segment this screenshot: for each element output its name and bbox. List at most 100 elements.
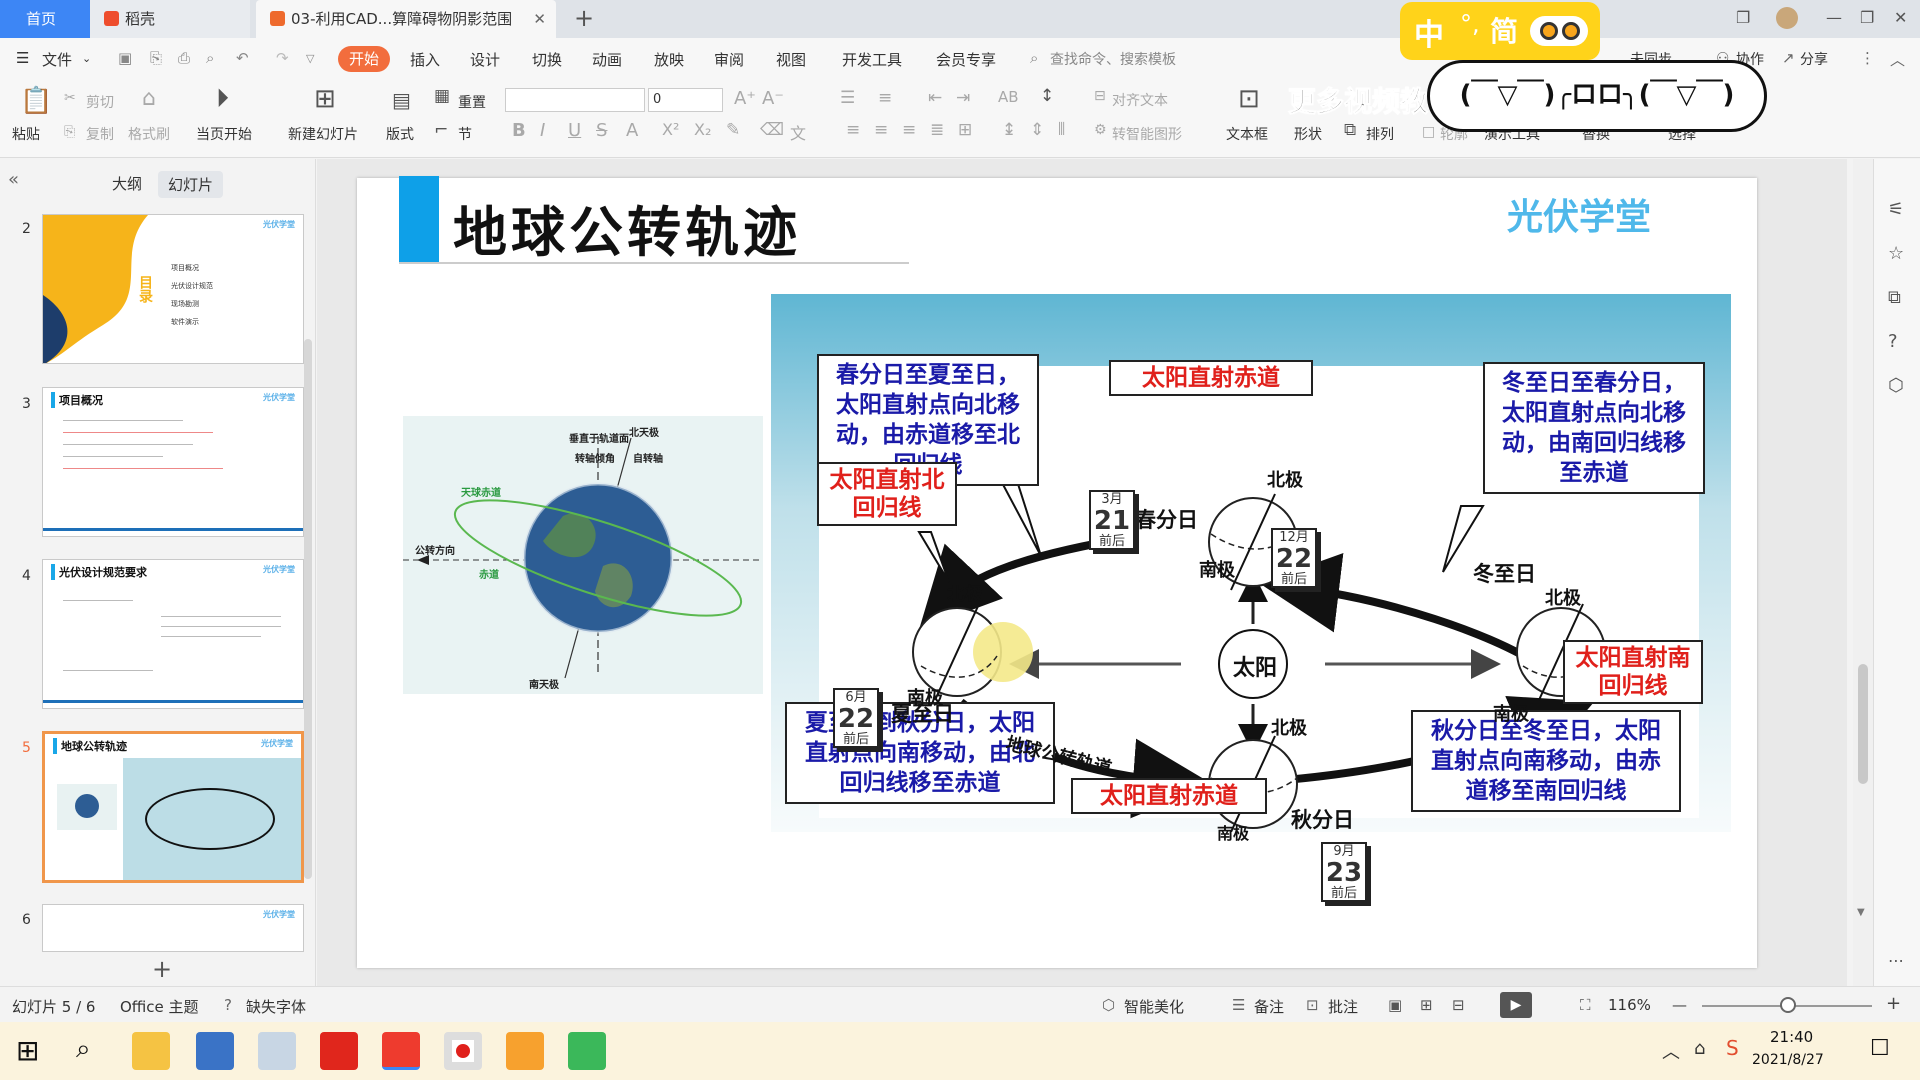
- autocad-icon[interactable]: [320, 1032, 358, 1070]
- wps-icon[interactable]: [382, 1032, 420, 1070]
- highlight-icon[interactable]: ✎: [726, 120, 740, 140]
- beautify-button[interactable]: 智能美化: [1124, 996, 1184, 1017]
- align-center-icon[interactable]: ≡: [874, 120, 888, 140]
- help-icon[interactable]: ?: [1888, 331, 1898, 352]
- strikethrough-icon[interactable]: S: [596, 120, 607, 141]
- paste-button[interactable]: 粘贴: [12, 124, 40, 144]
- clock-time[interactable]: 21:40: [1770, 1028, 1813, 1046]
- more-icon[interactable]: ⋮: [1860, 49, 1875, 67]
- panel-scrollbar[interactable]: [304, 339, 312, 879]
- zoom-level[interactable]: 116%: [1608, 996, 1651, 1014]
- callout-sun-tropic-north[interactable]: 太阳直射北回归线: [817, 462, 957, 526]
- window-close-icon[interactable]: ✕: [1894, 8, 1907, 27]
- slide[interactable]: 地球公转轨迹 光伏学堂 北天极 垂直于轨道面 转轴倾角 自转轴 天球赤道 赤道 …: [357, 176, 1757, 968]
- copy-button[interactable]: 复制: [86, 124, 114, 144]
- from-current-button[interactable]: 当页开始: [196, 124, 252, 144]
- print-icon[interactable]: ⎙: [178, 49, 190, 67]
- menu-transition[interactable]: 切换: [532, 49, 562, 70]
- slide-thumbnail-2[interactable]: 光伏学堂 目录 项目概况 光伏设计规范 现场勘测 软件演示: [42, 214, 304, 364]
- menu-animation[interactable]: 动画: [592, 49, 622, 70]
- star-icon[interactable]: ☆: [1888, 243, 1904, 264]
- tab-outline[interactable]: 大纲: [112, 173, 142, 194]
- search-icon[interactable]: ⌕: [76, 1034, 91, 1065]
- columns-icon[interactable]: ⫴: [1058, 120, 1065, 140]
- justify-icon[interactable]: ≣: [930, 120, 944, 140]
- zoom-in-icon[interactable]: +: [1886, 993, 1901, 1014]
- menu-review[interactable]: 审阅: [714, 49, 744, 70]
- network-icon[interactable]: ⌂: [1694, 1038, 1705, 1059]
- callout-winter-to-spring[interactable]: 冬至日至春分日，太阳直射点向北移动，由南回归线移至赤道: [1483, 362, 1705, 494]
- scroll-down-icon[interactable]: ▼: [1857, 907, 1865, 918]
- bullets-icon[interactable]: ☰: [840, 88, 855, 108]
- ime-lang[interactable]: 中: [1414, 10, 1444, 54]
- bold-icon[interactable]: B: [512, 120, 526, 141]
- file-explorer-icon[interactable]: [132, 1032, 170, 1070]
- ime-toolbar[interactable]: 中 °, 简: [1400, 2, 1600, 60]
- calculator-icon[interactable]: [196, 1032, 234, 1070]
- underline-icon[interactable]: U: [568, 120, 581, 141]
- format-painter-button[interactable]: 格式刷: [128, 124, 170, 144]
- tab-slides[interactable]: 幻灯片: [158, 171, 224, 198]
- menu-slideshow[interactable]: 放映: [654, 49, 684, 70]
- save-icon[interactable]: ▣: [118, 49, 132, 67]
- preview-icon[interactable]: ⌕: [206, 49, 214, 67]
- callout-autumn-to-winter[interactable]: 秋分日至冬至日，太阳直射点向南移动，由赤道移至南回归线: [1411, 710, 1681, 812]
- properties-icon[interactable]: ⚟: [1888, 199, 1904, 220]
- globe-illustration[interactable]: 北天极 垂直于轨道面 转轴倾角 自转轴 天球赤道 赤道 公转方向 南天极: [403, 416, 763, 694]
- phonetic-icon[interactable]: 文: [790, 120, 806, 144]
- collapse-panel-icon[interactable]: «: [8, 169, 19, 190]
- punct-icon[interactable]: °,: [1460, 10, 1480, 38]
- notification-icon[interactable]: ☐: [1870, 1036, 1890, 1061]
- fit-window-icon[interactable]: ⛶: [1580, 996, 1591, 1014]
- scroll-thumb[interactable]: [1858, 664, 1868, 784]
- tab-document[interactable]: 03-利用CAD...算障碍物阴影范围 ✕: [256, 0, 556, 38]
- export-icon[interactable]: ⎘: [150, 49, 162, 67]
- decrease-font-icon[interactable]: A⁻: [762, 88, 784, 109]
- app-icon[interactable]: [506, 1032, 544, 1070]
- windows-start-icon[interactable]: ⊞: [16, 1034, 39, 1067]
- zoom-out-icon[interactable]: —: [1672, 996, 1687, 1014]
- video-player-icon[interactable]: [568, 1032, 606, 1070]
- collapse-ribbon-icon[interactable]: ︿: [1890, 49, 1905, 70]
- new-slide-button[interactable]: 新建幻灯片: [288, 124, 358, 144]
- menu-design[interactable]: 设计: [470, 49, 500, 70]
- callout-sun-tropic-south[interactable]: 太阳直射南回归线: [1563, 640, 1703, 704]
- section-button[interactable]: 节: [458, 124, 472, 144]
- menu-insert[interactable]: 插入: [410, 49, 440, 70]
- canvas-scrollbar[interactable]: ▼: [1853, 159, 1873, 986]
- theme-name[interactable]: Office 主题: [120, 996, 199, 1017]
- indent-icon[interactable]: ⇥: [956, 88, 970, 108]
- align-right-icon[interactable]: ≡: [902, 120, 916, 140]
- ime-mode[interactable]: 简: [1490, 10, 1518, 50]
- undo-icon[interactable]: ↶: [236, 49, 249, 67]
- close-icon[interactable]: ✕: [533, 0, 546, 38]
- font-color-icon[interactable]: A: [626, 120, 638, 141]
- share-button[interactable]: 分享: [1800, 49, 1828, 69]
- tile-icon[interactable]: ❐: [1736, 8, 1750, 27]
- normal-view-icon[interactable]: ▣: [1388, 996, 1402, 1014]
- textbox-button[interactable]: 文本框: [1226, 124, 1268, 144]
- record-icon[interactable]: [444, 1032, 482, 1070]
- new-tab-button[interactable]: +: [574, 0, 594, 36]
- avatar[interactable]: [1776, 7, 1798, 29]
- comment-button[interactable]: 批注: [1328, 996, 1358, 1017]
- clock-date[interactable]: 2021/8/27: [1752, 1052, 1824, 1068]
- paragraph-spacing-icon[interactable]: ⇕: [1030, 120, 1044, 140]
- smart-shape-button[interactable]: 转智能图形: [1112, 124, 1182, 144]
- command-search[interactable]: 查找命令、搜索模板: [1050, 49, 1176, 69]
- hamburger-icon[interactable]: ☰: [16, 49, 29, 67]
- reading-view-icon[interactable]: ⊟: [1452, 996, 1465, 1014]
- orbit-diagram[interactable]: 春分日至夏至日，太阳直射点向北移动，由赤道移至北回归线 太阳直射赤道 冬至日至春…: [771, 294, 1731, 843]
- slide-thumbnail-6[interactable]: 光伏学堂: [42, 904, 304, 952]
- increase-font-icon[interactable]: A⁺: [734, 88, 756, 109]
- play-slideshow-button[interactable]: ▶: [1500, 992, 1532, 1018]
- tab-daoke[interactable]: 稻壳: [90, 0, 250, 38]
- outdent-icon[interactable]: ⇤: [928, 88, 942, 108]
- add-slide-button[interactable]: +: [152, 955, 172, 983]
- font-name-select[interactable]: [505, 88, 645, 112]
- zoom-slider-thumb[interactable]: [1780, 997, 1796, 1013]
- slide-thumbnail-3[interactable]: 项目概况 光伏学堂: [42, 387, 304, 537]
- arrange-button[interactable]: 排列: [1366, 124, 1394, 144]
- minimize-icon[interactable]: —: [1826, 8, 1842, 27]
- chevron-up-icon[interactable]: ︿: [1662, 1038, 1680, 1064]
